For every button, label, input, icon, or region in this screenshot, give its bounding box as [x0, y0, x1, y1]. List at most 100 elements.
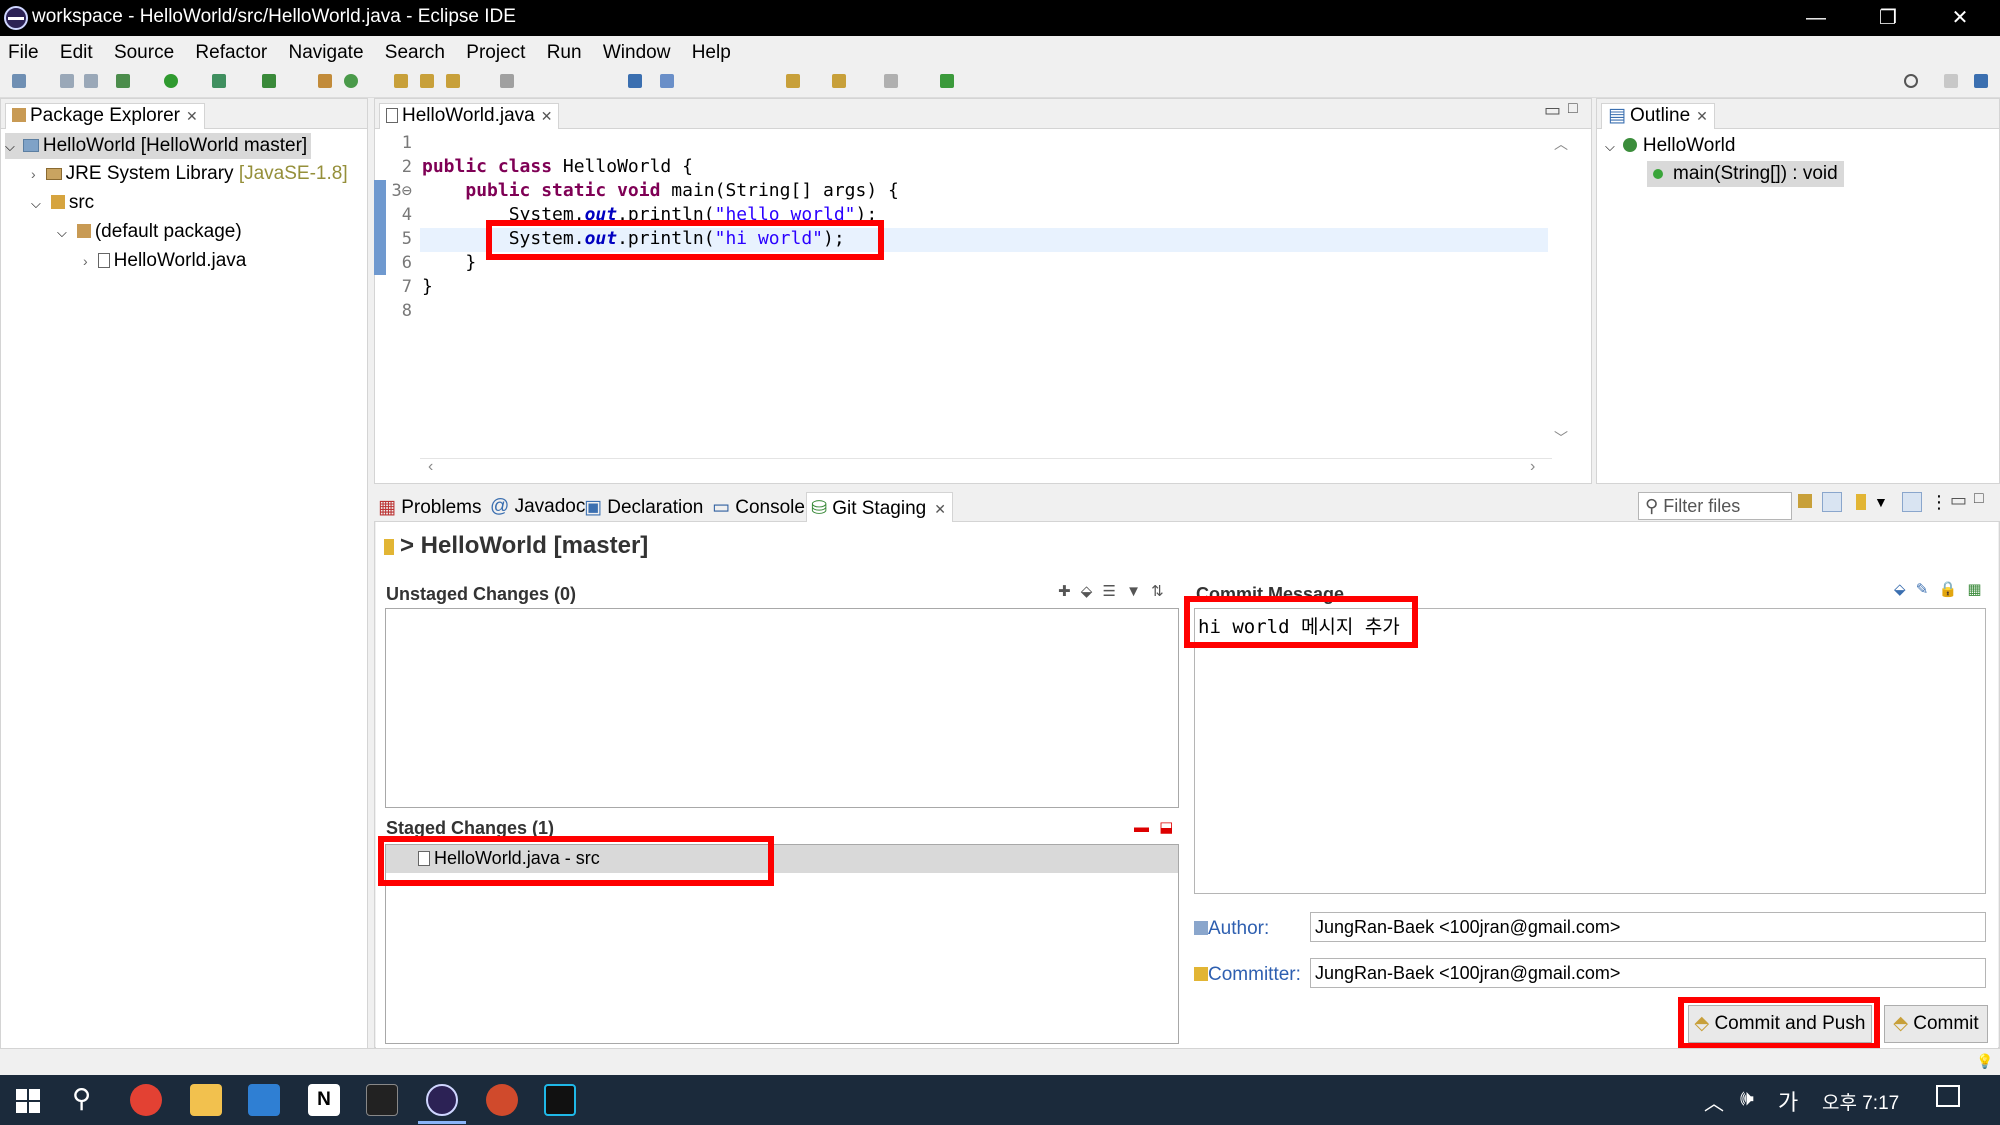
menu-run[interactable]: Run [539, 36, 590, 64]
volume-icon[interactable]: 🕪 [1740, 1085, 1754, 1111]
menu-window[interactable]: Window [595, 36, 679, 64]
layout-icon[interactable] [1902, 492, 1922, 512]
close-icon[interactable]: ✕ [1696, 108, 1708, 124]
minimize-button[interactable]: — [1786, 4, 1846, 32]
horizontal-scrollbar[interactable] [420, 458, 1552, 482]
search-tool-icon[interactable] [446, 74, 460, 88]
forward-icon[interactable] [884, 74, 898, 88]
tab-package-explorer[interactable]: Package Explorer ✕ [5, 103, 205, 129]
chevron-down-icon[interactable]: ⌵ [5, 139, 15, 154]
tab-helloworld-java[interactable]: HelloWorld.java ✕ [379, 103, 560, 129]
save-icon[interactable] [60, 74, 74, 88]
unstage-all-icon[interactable]: ⬓ [1159, 819, 1173, 836]
external-tools-icon[interactable] [262, 74, 276, 88]
author-label[interactable]: Author: [1194, 918, 1269, 940]
eclipse-taskbar-icon[interactable] [426, 1084, 458, 1116]
ime-indicator[interactable]: 가 [1778, 1085, 1798, 1117]
run-icon[interactable] [164, 74, 178, 88]
new-java-project-icon[interactable] [318, 74, 332, 88]
commit-button[interactable]: ⬘ Commit [1884, 1005, 1988, 1043]
open-task-icon[interactable] [420, 74, 434, 88]
chevron-right-icon[interactable]: › [83, 253, 88, 269]
committer-label[interactable]: Committer: [1194, 964, 1301, 986]
last-edit-icon[interactable] [786, 74, 800, 88]
menu-refactor[interactable]: Refactor [187, 36, 275, 64]
code-line-2[interactable]: public class HelloWorld { [422, 156, 693, 177]
notification-icon[interactable] [1936, 1085, 1960, 1107]
tree-item-jre[interactable]: › JRE System Library [JavaSE-1.8] [31, 161, 348, 187]
tab-git-staging[interactable]: ⛁ Git Staging ✕ [806, 492, 953, 522]
stage-all-icon[interactable]: ⬙ [1081, 583, 1093, 600]
debug-icon[interactable] [116, 74, 130, 88]
committer-field[interactable]: JungRan-Baek <100jran@gmail.com> [1310, 958, 1986, 988]
close-icon[interactable]: ✕ [186, 108, 198, 124]
java-perspective-icon[interactable] [1974, 74, 1988, 88]
toggle-view-icon[interactable] [628, 74, 642, 88]
windows-start-icon[interactable] [16, 1089, 40, 1113]
sign-off-icon[interactable]: ✎ [1916, 581, 1929, 598]
powerpoint-icon[interactable] [486, 1084, 518, 1116]
new-class-icon[interactable] [344, 74, 358, 88]
terminal-icon[interactable] [366, 1084, 398, 1116]
outline-item-method[interactable]: main(String[]) : void [1647, 161, 1844, 187]
new-icon[interactable] [12, 74, 26, 88]
restore-button[interactable]: ❐ [1858, 4, 1918, 32]
scroll-up-icon[interactable]: ︿ [1554, 134, 1568, 154]
back-icon[interactable] [832, 74, 846, 88]
chevron-down-icon[interactable]: ▼ [1126, 583, 1141, 600]
scroll-right-icon[interactable]: › [1530, 458, 1535, 476]
tab-declaration[interactable]: ▣ Declaration [584, 496, 703, 519]
link-selection-icon[interactable] [1822, 492, 1842, 512]
change-id-icon[interactable]: ▦ [1967, 581, 1981, 598]
line-number[interactable]: 3⊖ [390, 181, 412, 201]
close-icon[interactable]: ✕ [934, 501, 946, 517]
view-menu-icon[interactable]: ⋮ [1930, 492, 1948, 513]
unstaged-list[interactable] [385, 608, 1179, 808]
scroll-left-icon[interactable]: ‹ [428, 458, 433, 476]
coverage-icon[interactable] [212, 74, 226, 88]
code-line-7[interactable]: } [422, 276, 433, 297]
outline-item-class[interactable]: ⌵ HelloWorld [1605, 133, 1735, 159]
notion-icon[interactable]: N [308, 1084, 340, 1116]
scroll-down-icon[interactable]: ﹀ [1554, 428, 1568, 448]
author-field[interactable]: JungRan-Baek <100jran@gmail.com> [1310, 912, 1986, 942]
save-all-icon[interactable] [84, 74, 98, 88]
chevron-up-icon[interactable]: ︿ [1704, 1087, 1724, 1116]
filter-files-input[interactable]: ⚲ Filter files [1638, 492, 1792, 520]
chrome-icon[interactable] [130, 1084, 162, 1116]
clock[interactable]: 오후 7:17 [1822, 1088, 1899, 1115]
minimize-view-icon[interactable]: ▭ [1950, 490, 1967, 511]
code-line-3[interactable]: public static void main(String[] args) { [422, 180, 899, 201]
tree-item-package[interactable]: ⌵ (default package) [57, 219, 242, 245]
tab-javadoc[interactable]: @ Javadoc [490, 496, 585, 518]
toggle-annotation-icon[interactable] [500, 74, 514, 88]
amend-icon[interactable]: ⬙ [1894, 581, 1906, 598]
search-icon[interactable]: ⚲ [72, 1083, 91, 1114]
presentation-icon[interactable]: ☰ [1102, 583, 1115, 600]
chevron-down-icon[interactable]: ⌵ [57, 225, 67, 240]
maximize-view-icon[interactable]: □ [1974, 490, 1984, 508]
menu-navigate[interactable]: Navigate [281, 36, 372, 64]
chevron-down-icon[interactable]: ⌵ [1605, 139, 1615, 154]
minimize-view-icon[interactable]: ▭ [1544, 100, 1561, 121]
menu-source[interactable]: Source [106, 36, 182, 64]
menu-edit[interactable]: Edit [52, 36, 101, 64]
chevron-down-icon[interactable]: ▼ [1874, 494, 1888, 510]
stage-selected-icon[interactable]: ✚ [1058, 583, 1071, 600]
signature-icon[interactable]: 🔒 [1938, 581, 1957, 598]
maximize-view-icon[interactable]: □ [1568, 100, 1578, 118]
tree-item-project[interactable]: ⌵ HelloWorld [HelloWorld master] [5, 133, 312, 159]
vscode-icon[interactable] [248, 1084, 280, 1116]
tip-icon[interactable]: 💡 [1976, 1053, 1993, 1070]
unstage-selected-icon[interactable]: ▬ [1134, 819, 1149, 836]
commit-message-textarea[interactable] [1194, 608, 1986, 894]
open-type-icon[interactable] [394, 74, 408, 88]
menu-search[interactable]: Search [377, 36, 453, 64]
next-annotation-icon[interactable] [660, 74, 674, 88]
menu-file[interactable]: File [0, 36, 47, 64]
tab-problems[interactable]: ▦ Problems [378, 496, 481, 519]
chevron-down-icon[interactable]: ⌵ [31, 196, 41, 211]
close-button[interactable]: ✕ [1930, 4, 1990, 32]
repository-icon[interactable] [1856, 494, 1866, 510]
search-icon[interactable] [1904, 74, 1918, 88]
